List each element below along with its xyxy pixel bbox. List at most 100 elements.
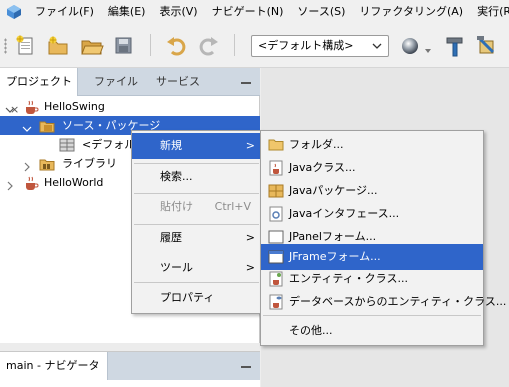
chevron-down-icon[interactable] bbox=[5, 102, 15, 113]
submenu-arrow-icon: > bbox=[245, 261, 255, 274]
menu-file[interactable]: ファイル(F) bbox=[28, 0, 101, 24]
panel-splitter[interactable] bbox=[0, 343, 260, 351]
submenu-arrow-icon: > bbox=[245, 139, 255, 152]
chevron-right-icon[interactable] bbox=[5, 178, 15, 191]
tab-navigator[interactable]: main - ナビゲータ× bbox=[0, 352, 108, 380]
chevron-down-icon[interactable] bbox=[22, 121, 32, 132]
toolbar-separator bbox=[150, 34, 151, 56]
entity-class-icon bbox=[268, 271, 284, 287]
new-project-icon bbox=[48, 36, 68, 55]
undo-button[interactable] bbox=[163, 33, 189, 59]
menu-item-label: 履歴 bbox=[160, 231, 182, 244]
tab-files-label: ファイル bbox=[94, 75, 138, 88]
menu-item-paste[interactable]: 貼付け Ctrl+V bbox=[132, 194, 261, 220]
clean-build-icon bbox=[477, 36, 495, 54]
navigator-tab-strip: main - ナビゲータ× bbox=[0, 352, 260, 380]
java-package-icon bbox=[268, 183, 284, 199]
db-entity-class-icon bbox=[268, 294, 284, 310]
tab-navigator-label: main - ナビゲータ bbox=[6, 359, 100, 372]
netbeans-logo-icon bbox=[6, 4, 22, 20]
menu-item-label: 貼付け bbox=[160, 200, 193, 213]
chevron-down-icon bbox=[369, 37, 385, 55]
menu-bar: ファイル(F) 編集(E) 表示(V) ナビゲート(N) ソース(S) リファク… bbox=[0, 0, 509, 24]
menu-item-label: その他... bbox=[289, 324, 333, 337]
menu-item-label: JPanelフォーム... bbox=[289, 230, 377, 243]
menu-source[interactable]: ソース(S) bbox=[290, 0, 352, 24]
tab-projects-label: プロジェクト bbox=[6, 75, 72, 88]
context-menu: 新規 > 検索... 貼付け Ctrl+V 履歴 > ツール > プロパティ bbox=[131, 130, 262, 314]
menu-item-other[interactable]: その他... bbox=[261, 318, 483, 344]
menu-item-label: プロパティ bbox=[160, 291, 215, 304]
tree-node-label: HelloSwing bbox=[44, 100, 105, 113]
menu-item-label: Javaパッケージ... bbox=[289, 184, 378, 197]
menu-item-tools[interactable]: ツール > bbox=[132, 255, 261, 281]
folder-icon bbox=[268, 137, 284, 153]
tab-services[interactable]: サービス bbox=[150, 68, 210, 96]
tab-files[interactable]: ファイル bbox=[88, 68, 148, 96]
menu-separator bbox=[134, 282, 259, 283]
build-button[interactable] bbox=[443, 33, 469, 59]
menu-item-label: Javaインタフェース... bbox=[289, 207, 400, 220]
jframe-form-icon bbox=[268, 249, 284, 265]
source-packages-icon bbox=[39, 118, 55, 134]
minimize-panel-button[interactable] bbox=[240, 358, 252, 370]
menu-item-properties[interactable]: プロパティ bbox=[132, 285, 261, 311]
java-project-icon bbox=[23, 175, 39, 191]
menu-run[interactable]: 実行(R) bbox=[470, 0, 509, 24]
menu-item-label: 新規 bbox=[160, 139, 182, 152]
undo-icon bbox=[167, 37, 186, 56]
menu-edit[interactable]: 編集(E) bbox=[101, 0, 153, 24]
save-all-button[interactable] bbox=[111, 33, 137, 59]
new-project-button[interactable] bbox=[45, 33, 71, 59]
clean-build-button[interactable] bbox=[474, 33, 500, 59]
menu-item-label: 検索... bbox=[160, 170, 193, 183]
chevron-right-icon[interactable] bbox=[22, 159, 32, 172]
toolbar-separator bbox=[234, 34, 235, 56]
java-interface-icon bbox=[268, 206, 284, 222]
menu-item-new[interactable]: 新規 > bbox=[132, 133, 261, 159]
minimize-panel-button[interactable] bbox=[240, 74, 252, 86]
configuration-value: <デフォルト構成> bbox=[258, 39, 354, 52]
new-submenu: フォルダ... Javaクラス... Javaパッケージ... Javaインタフ… bbox=[260, 130, 506, 346]
run-globe-button[interactable] bbox=[398, 33, 424, 59]
globe-icon bbox=[402, 38, 418, 54]
open-project-icon bbox=[81, 40, 104, 55]
menu-item-label: Javaクラス... bbox=[289, 161, 356, 174]
redo-button[interactable] bbox=[196, 33, 222, 59]
hammer-icon bbox=[446, 37, 463, 57]
open-project-button[interactable] bbox=[79, 33, 105, 59]
menu-item-accelerator: Ctrl+V bbox=[214, 200, 251, 213]
toolbar: <デフォルト構成> bbox=[0, 24, 509, 68]
submenu-arrow-icon: > bbox=[245, 231, 255, 244]
tree-node-helloswing[interactable]: HelloSwing bbox=[0, 97, 260, 116]
configuration-select[interactable]: <デフォルト構成> bbox=[251, 35, 389, 57]
menu-item-label: JFrameフォーム... bbox=[289, 250, 381, 263]
menu-item-label: ツール bbox=[160, 261, 193, 274]
menu-separator bbox=[263, 315, 481, 316]
projects-tab-strip: プロジェクト× ファイル サービス bbox=[0, 68, 260, 116]
toolbar-grip[interactable] bbox=[4, 38, 7, 54]
menu-navigate[interactable]: ナビゲート(N) bbox=[205, 0, 291, 24]
menu-refactor[interactable]: リファクタリング(A) bbox=[352, 0, 470, 24]
new-file-icon bbox=[16, 35, 33, 55]
new-file-button[interactable] bbox=[13, 33, 39, 59]
tab-projects[interactable]: プロジェクト× bbox=[0, 68, 78, 116]
java-class-icon bbox=[268, 160, 284, 176]
menu-item-label: フォルダ... bbox=[289, 138, 344, 151]
package-icon bbox=[59, 137, 75, 153]
menu-item-history[interactable]: 履歴 > bbox=[132, 225, 261, 251]
jpanel-form-icon bbox=[268, 229, 284, 245]
java-project-icon bbox=[23, 99, 39, 115]
dropdown-arrow-icon[interactable] bbox=[425, 44, 431, 53]
menu-item-label: データベースからのエンティティ・クラス... bbox=[289, 295, 507, 308]
navigator-panel: main - ナビゲータ× bbox=[0, 351, 260, 387]
save-all-icon bbox=[115, 37, 132, 54]
redo-icon bbox=[199, 37, 218, 56]
menu-item-label: エンティティ・クラス... bbox=[289, 272, 408, 285]
libraries-icon bbox=[39, 156, 55, 172]
menu-item-db-entity-class[interactable]: データベースからのエンティティ・クラス... bbox=[261, 289, 506, 315]
tree-node-label: ライブラリ bbox=[62, 157, 117, 170]
tab-services-label: サービス bbox=[156, 75, 200, 88]
menu-item-find[interactable]: 検索... bbox=[132, 164, 261, 190]
menu-view[interactable]: 表示(V) bbox=[152, 0, 204, 24]
